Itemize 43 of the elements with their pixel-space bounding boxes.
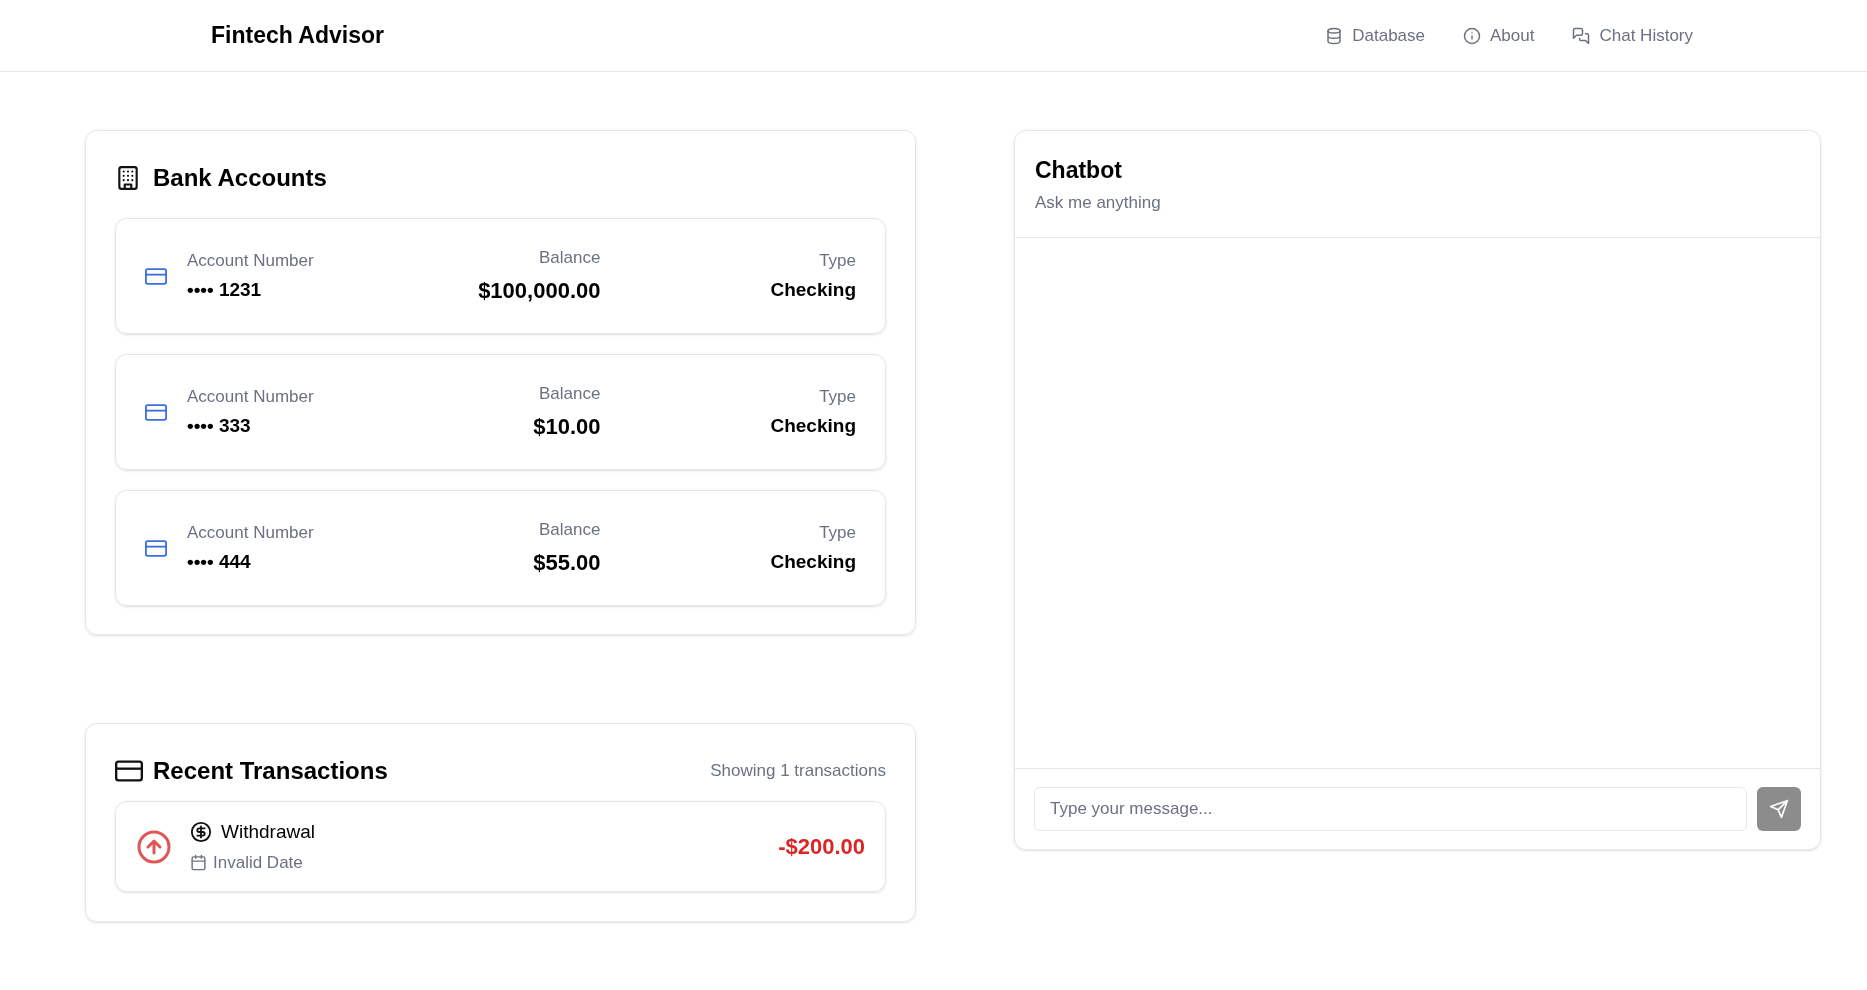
transaction-type: Withdrawal bbox=[221, 819, 315, 844]
panel-title: Bank Accounts bbox=[153, 163, 327, 193]
panel-title: Recent Transactions bbox=[153, 756, 388, 786]
account-number: •••• 444 bbox=[187, 549, 252, 574]
send-icon bbox=[1769, 799, 1789, 819]
nav-link[interactable]: Chat History bbox=[1572, 22, 1693, 49]
field-label: Account Number bbox=[187, 250, 315, 272]
field-label: Balance bbox=[539, 246, 601, 269]
account-number: •••• 333 bbox=[187, 413, 252, 438]
database-icon bbox=[1325, 26, 1344, 45]
card-icon bbox=[145, 267, 167, 285]
app-title: Fintech Advisor bbox=[211, 21, 384, 51]
card-icon bbox=[145, 539, 167, 557]
account-balance: $10.00 bbox=[533, 413, 601, 442]
card-icon bbox=[145, 403, 167, 421]
account-type: Checking bbox=[770, 277, 856, 302]
chat-subtitle: Ask me anything bbox=[1035, 191, 1162, 214]
field-label: Type bbox=[819, 386, 856, 408]
transaction-count: Showing 1 transactions bbox=[710, 760, 886, 783]
account-type: Checking bbox=[770, 413, 856, 438]
field-label: Type bbox=[819, 250, 856, 272]
chat-title: Chatbot bbox=[1035, 156, 1123, 185]
field-label: Type bbox=[819, 522, 856, 544]
message-input[interactable]: Type your message... bbox=[1034, 787, 1747, 831]
dollar-circle-icon bbox=[190, 820, 212, 843]
building-icon bbox=[115, 164, 141, 192]
account-number: •••• 1231 bbox=[187, 277, 263, 302]
up-arrow-circle-icon bbox=[136, 828, 172, 865]
chat-bubbles-icon bbox=[1572, 26, 1591, 45]
calendar-icon bbox=[190, 854, 207, 872]
account-type: Checking bbox=[770, 549, 856, 574]
account-balance: $55.00 bbox=[533, 549, 601, 578]
field-label: Account Number bbox=[187, 522, 315, 544]
card-icon bbox=[115, 760, 143, 782]
nav-link[interactable]: Database bbox=[1325, 22, 1426, 49]
nav-link[interactable]: About bbox=[1463, 22, 1535, 49]
account-balance: $100,000.00 bbox=[478, 277, 601, 306]
field-label: Account Number bbox=[187, 386, 315, 408]
field-label: Balance bbox=[539, 518, 601, 541]
info-icon bbox=[1463, 26, 1482, 45]
field-label: Balance bbox=[539, 382, 601, 405]
transaction-amount: -$200.00 bbox=[778, 833, 865, 861]
transaction-date: Invalid Date bbox=[213, 852, 303, 874]
